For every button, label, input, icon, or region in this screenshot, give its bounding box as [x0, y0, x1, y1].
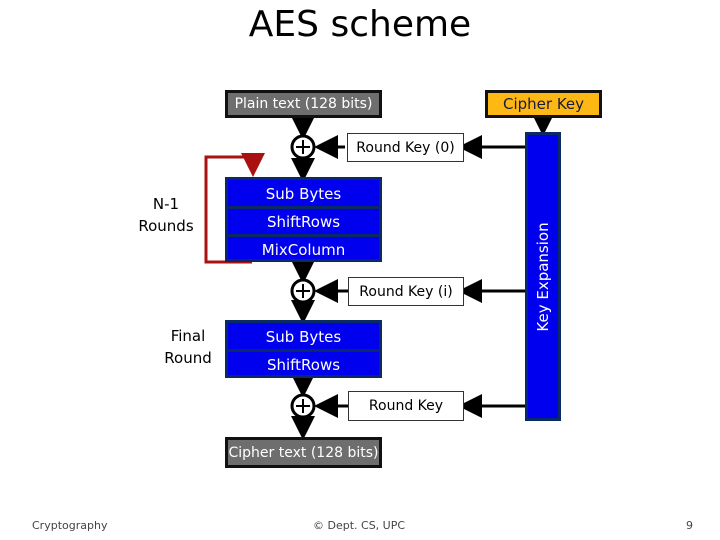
- plaintext-label: Plain text (128 bits): [234, 96, 373, 112]
- step-subbytes: Sub Bytes: [228, 180, 379, 207]
- key-expansion-label: Key Expansion: [534, 221, 552, 332]
- ciphertext-box: Cipher text (128 bits): [225, 437, 382, 468]
- round-key-0-box: Round Key (0): [347, 133, 464, 162]
- final-round-label: Final Round: [164, 327, 212, 367]
- cipher-key-box: Cipher Key: [485, 90, 602, 118]
- xor-i-icon: [290, 278, 316, 304]
- round-key-i-label: Round Key (i): [359, 283, 453, 300]
- step-shiftrows: ShiftRows: [228, 209, 379, 234]
- round-key-final-box: Round Key: [348, 391, 464, 421]
- final-step-shiftrows: ShiftRows: [228, 352, 379, 377]
- footer-center: © Dept. CS, UPC: [313, 519, 406, 532]
- step-mixcolumn: MixColumn: [228, 237, 379, 262]
- round-key-final-label: Round Key: [368, 398, 444, 414]
- step-mixcolumn-label: MixColumn: [261, 240, 346, 259]
- final-step-shiftrows-label: ShiftRows: [266, 355, 341, 374]
- step-shiftrows-label: ShiftRows: [266, 212, 341, 231]
- page-number: 9: [686, 519, 693, 532]
- round-key-i-box: Round Key (i): [348, 277, 464, 306]
- final-round-block: Sub Bytes ShiftRows: [225, 320, 382, 378]
- xor-0-icon: [290, 134, 316, 160]
- xor-final-icon: [290, 393, 316, 419]
- footer-left: Cryptography: [32, 519, 108, 532]
- key-expansion-box: Key Expansion: [525, 132, 561, 421]
- plaintext-box: Plain text (128 bits): [225, 90, 382, 118]
- final-step-subbytes-label: Sub Bytes: [265, 327, 342, 346]
- final-step-subbytes: Sub Bytes: [228, 323, 379, 350]
- ciphertext-label: Cipher text (128 bits): [228, 444, 379, 461]
- cipher-key-label: Cipher Key: [502, 95, 585, 113]
- step-subbytes-label: Sub Bytes: [265, 184, 342, 203]
- round-key-0-label: Round Key (0): [356, 139, 455, 156]
- main-round-block: Sub Bytes ShiftRows MixColumn: [225, 177, 382, 262]
- main-rounds-label: N-1 Rounds: [138, 195, 194, 235]
